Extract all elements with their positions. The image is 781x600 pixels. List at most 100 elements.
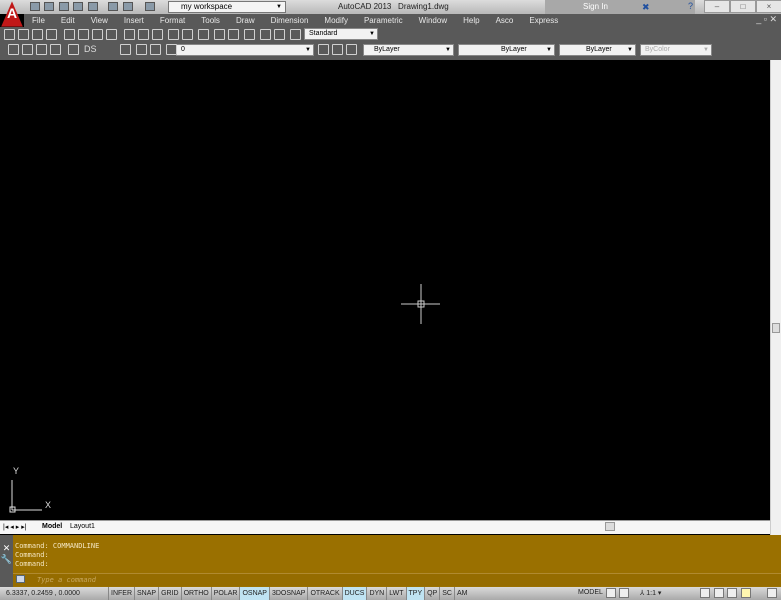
toggle-infer[interactable]: INFER [108,587,134,600]
toggle-ortho[interactable]: ORTHO [180,587,211,600]
toggle-ducs[interactable]: DUCS [341,587,367,600]
close-button[interactable]: × [756,0,781,13]
quick-view-layouts-icon[interactable] [606,588,616,598]
menu-format[interactable]: Format [152,16,193,25]
dim-style-select[interactable]: Standard ▼ [304,28,378,40]
menu-asco[interactable]: Asco [488,16,522,25]
annotation-scale[interactable]: ⅄ 1:1 ▾ [640,589,661,597]
toolbar-tool-icon[interactable] [290,29,301,40]
exchange-icon[interactable]: ✖ [642,2,650,13]
toolbar-tool-icon[interactable] [92,29,103,40]
toolbar-tool-icon[interactable] [4,29,15,40]
toolbar-tool-icon[interactable] [50,44,61,55]
command-input[interactable]: Type a command [13,573,781,586]
toggle-snap[interactable]: SNAP [134,587,158,600]
toolbar-tool-icon[interactable] [68,44,79,55]
save-icon[interactable] [59,2,69,11]
toolbar-tool-icon[interactable] [22,44,33,55]
document-window-controls[interactable]: _ ▫ ✕ [756,14,777,25]
menu-insert[interactable]: Insert [116,16,152,25]
menu-draw[interactable]: Draw [228,16,263,25]
toggle-otrack[interactable]: OTRACK [307,587,341,600]
toolbar-tool-icon[interactable] [64,29,75,40]
toolbar-tool-icon[interactable] [32,29,43,40]
toolbar-tool-icon[interactable] [346,44,357,55]
toggle-am[interactable]: AM [453,587,470,600]
redo-icon[interactable] [145,2,155,11]
toolbar-tool-icon[interactable] [166,44,177,55]
ds-button[interactable]: DS [84,44,97,54]
toolbar-tool-icon[interactable] [214,29,225,40]
tab-nav-arrows[interactable]: |◂ ◂ ▸ ▸| [3,523,27,531]
toolbar-tool-icon[interactable] [318,44,329,55]
isolate-objects-icon[interactable] [741,588,751,598]
toolbar-tool-icon[interactable] [228,29,239,40]
sign-in-button[interactable]: Sign In [545,0,695,14]
toolbar-tool-icon[interactable] [152,29,163,40]
lineweight-select[interactable]: ByLayer ▼ [559,44,636,56]
plot-preview-icon[interactable] [88,2,98,11]
drawing-canvas[interactable]: Y X [0,60,770,520]
toolbar-tool-icon[interactable] [18,29,29,40]
toolbar-tool-icon[interactable] [124,29,135,40]
toggle-qp[interactable]: QP [424,587,439,600]
menu-window[interactable]: Window [411,16,455,25]
toolbar-tool-icon[interactable] [8,44,19,55]
lock-icon[interactable] [714,588,724,598]
toolbar-tool-icon[interactable] [168,29,179,40]
menu-modify[interactable]: Modify [316,16,356,25]
toggle-lwt[interactable]: LWT [386,587,405,600]
toggle-osnap[interactable]: OSNAP [239,587,269,600]
new-icon[interactable] [30,2,40,11]
toggle-3dosnap[interactable]: 3DOSNAP [268,587,307,600]
minimize-button[interactable]: – [704,0,730,13]
menu-file[interactable]: File [24,16,53,25]
menu-express[interactable]: Express [521,16,566,25]
tab-layout1[interactable]: Layout1 [70,523,95,530]
command-prompt-icon[interactable] [16,575,25,583]
linetype-select[interactable]: ByLayer ▼ [458,44,555,56]
toggle-tpy[interactable]: TPY [405,587,425,600]
menu-tools[interactable]: Tools [193,16,228,25]
toolbar-tool-icon[interactable] [106,29,117,40]
print-icon[interactable] [108,2,118,11]
color-select[interactable]: ByLayer ▼ [363,44,454,56]
hardware-acceleration-icon[interactable] [727,588,737,598]
workspace-select[interactable]: my workspace ▼ [168,1,286,13]
tab-model[interactable]: Model [42,523,62,530]
menu-parametric[interactable]: Parametric [356,16,411,25]
undo-icon[interactable] [123,2,133,11]
toolbar-tool-icon[interactable] [260,29,271,40]
save-as-icon[interactable] [73,2,83,11]
menu-view[interactable]: View [83,16,116,25]
toolbar-tool-icon[interactable] [78,29,89,40]
toolbar-tool-icon[interactable] [120,44,131,55]
clean-screen-icon[interactable] [767,588,777,598]
toggle-grid[interactable]: GRID [158,587,181,600]
menu-edit[interactable]: Edit [53,16,83,25]
help-icon[interactable]: ? [688,1,693,11]
wrench-icon[interactable]: 🔧 [0,554,13,565]
quick-view-drawings-icon[interactable] [619,588,629,598]
toolbar-tool-icon[interactable] [150,44,161,55]
toggle-dyn[interactable]: DYN [366,587,386,600]
toolbar-tool-icon[interactable] [198,29,209,40]
maximize-button[interactable]: □ [730,0,756,13]
vertical-scrollbar[interactable] [770,60,781,535]
horizontal-scroll-thumb[interactable] [605,522,615,531]
toolbar-tool-icon[interactable] [274,29,285,40]
layer-select[interactable]: 0 ▼ [176,44,314,56]
toolbar-tool-icon[interactable] [138,29,149,40]
open-icon[interactable] [44,2,54,11]
plot-style-select[interactable]: ByColor ▼ [640,44,712,56]
workspace-gear-icon[interactable] [700,588,710,598]
toolbar-tool-icon[interactable] [182,29,193,40]
scroll-thumb[interactable] [772,323,780,333]
close-icon[interactable]: ✕ [0,543,13,554]
toolbar-tool-icon[interactable] [332,44,343,55]
toolbar-tool-icon[interactable] [244,29,255,40]
menu-help[interactable]: Help [455,16,487,25]
toolbar-tool-icon[interactable] [46,29,57,40]
toolbar-tool-icon[interactable] [136,44,147,55]
toolbar-tool-icon[interactable] [36,44,47,55]
